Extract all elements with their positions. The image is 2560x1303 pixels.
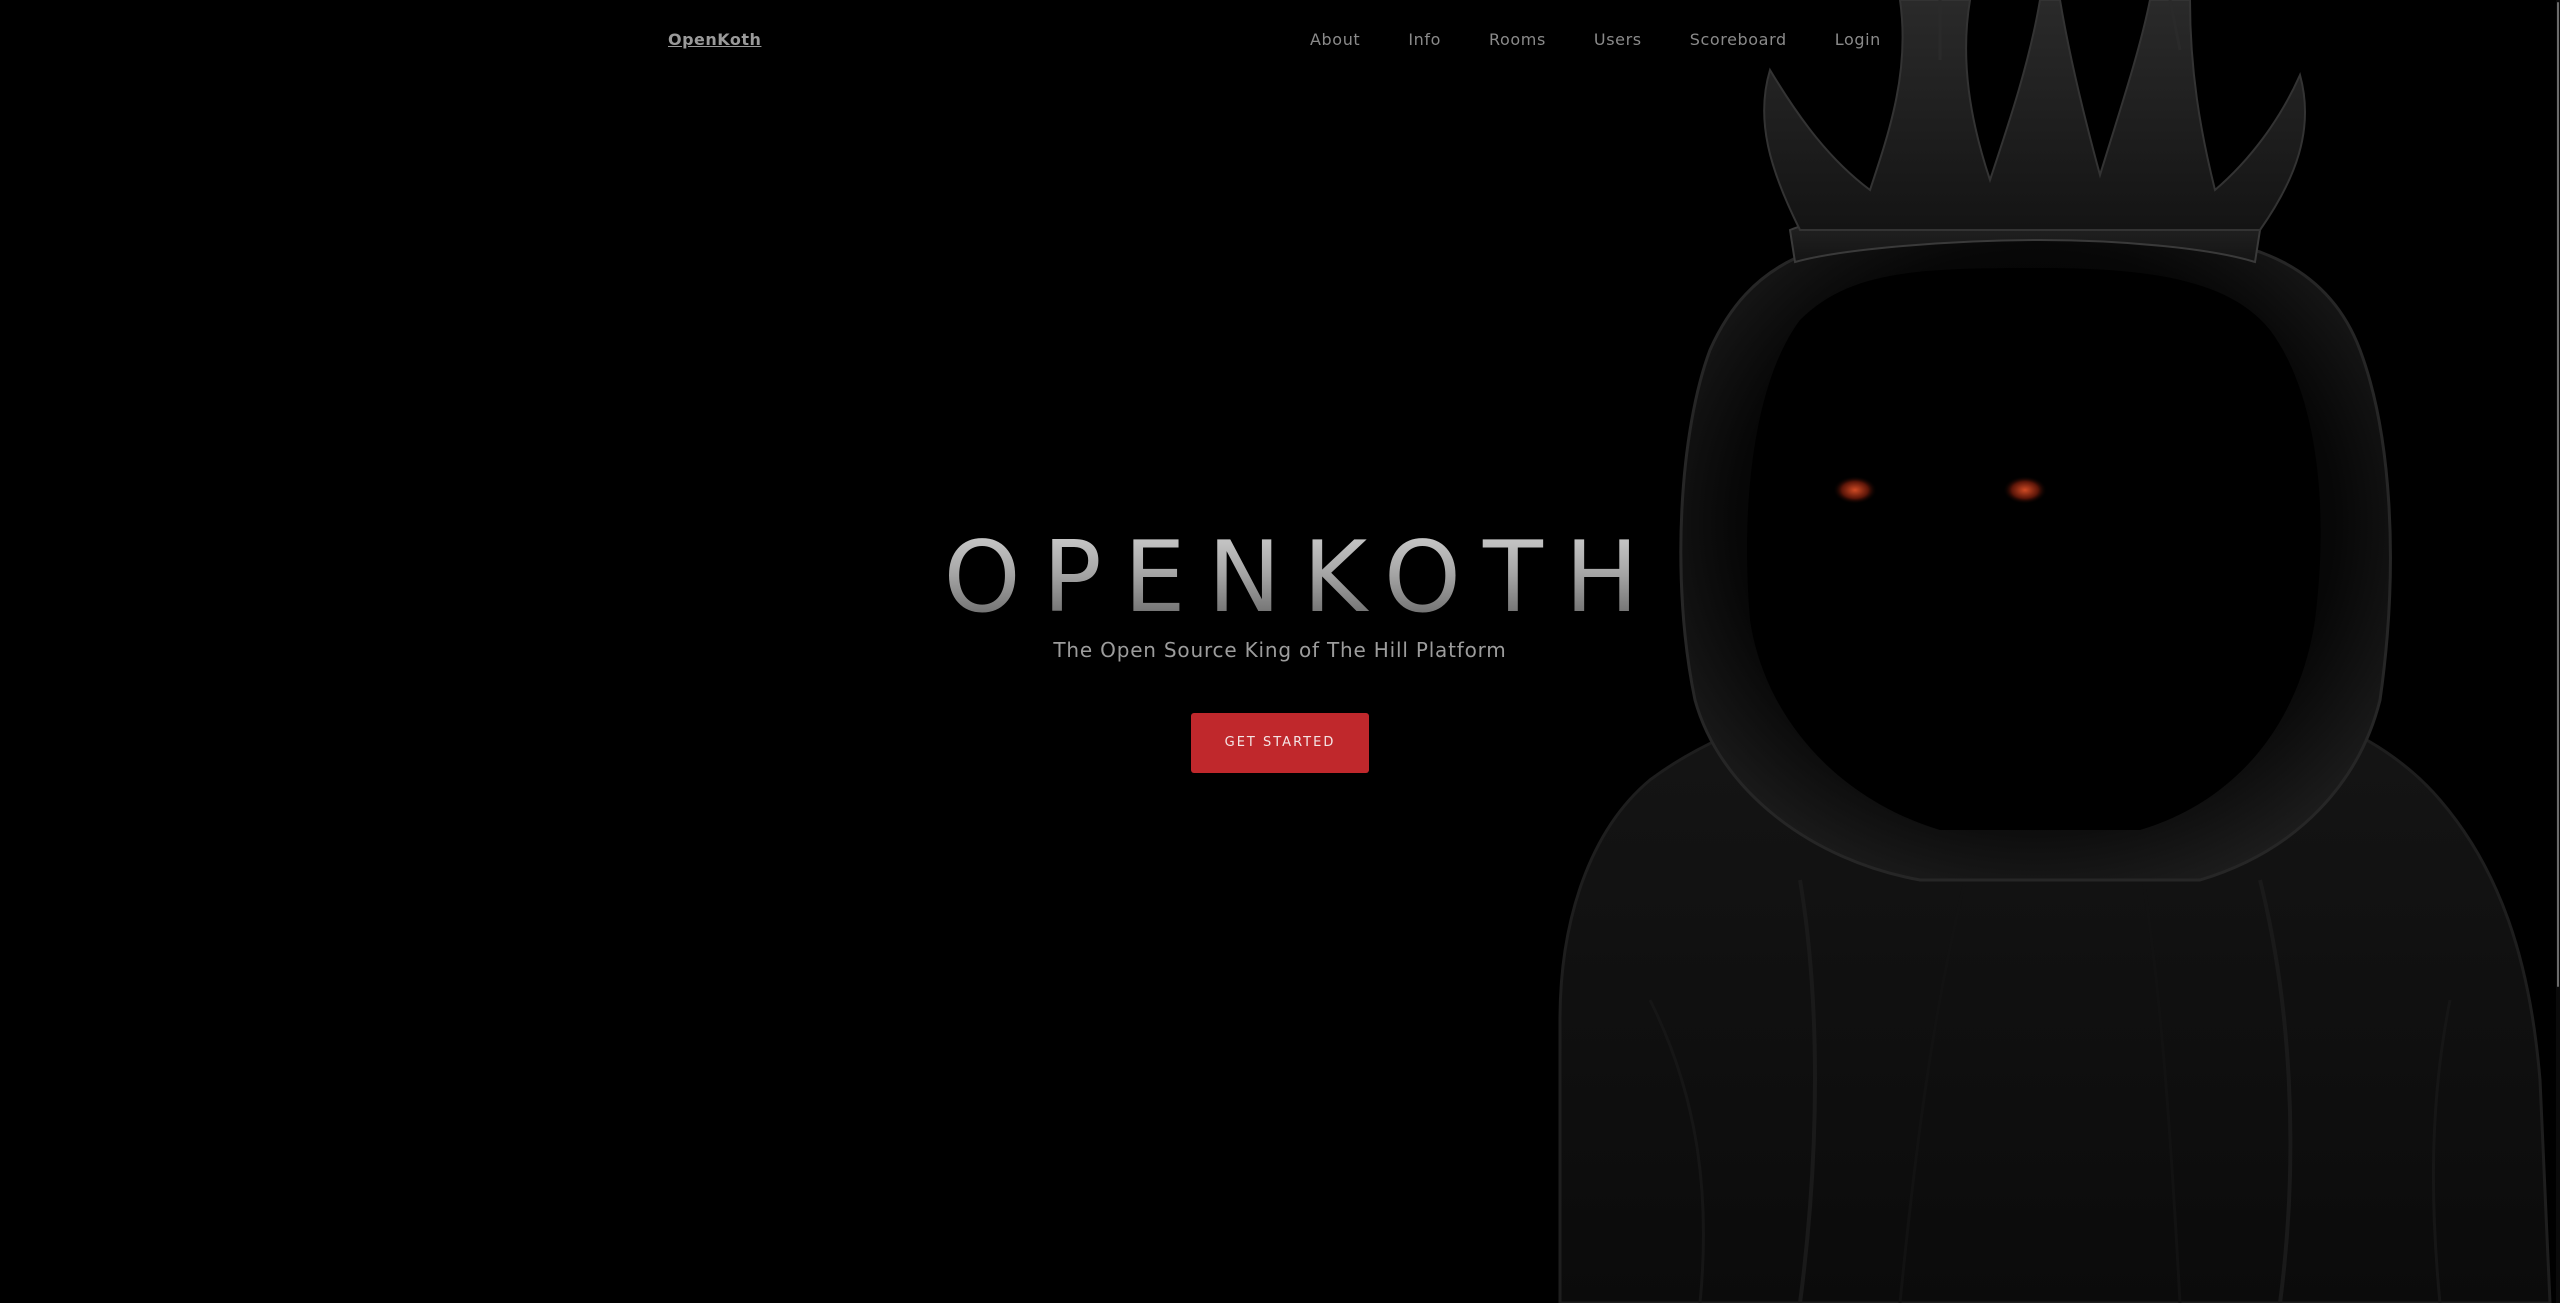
landing-page: OpenKoth About Info Rooms Users Scoreboa…: [0, 0, 2560, 1303]
nav-link-about[interactable]: About: [1310, 30, 1360, 49]
top-navbar: OpenKoth About Info Rooms Users Scoreboa…: [0, 0, 2560, 84]
brand-link[interactable]: OpenKoth: [668, 30, 761, 49]
nav-link-info[interactable]: Info: [1408, 30, 1441, 49]
nav-link-rooms[interactable]: Rooms: [1489, 30, 1546, 49]
get-started-button[interactable]: GET STARTED: [1191, 713, 1369, 773]
hero-subtitle: The Open Source King of The Hill Platfor…: [1053, 638, 1507, 662]
hero-title: OPENKOTH: [0, 520, 2560, 638]
nav-link-users[interactable]: Users: [1594, 30, 1642, 49]
nav-link-login[interactable]: Login: [1835, 30, 1881, 49]
nav-links: About Info Rooms Users Scoreboard Login: [1310, 30, 1881, 49]
scrollbar-thumb[interactable]: [2557, 2, 2559, 987]
nav-link-scoreboard[interactable]: Scoreboard: [1690, 30, 1787, 49]
page-scrollbar[interactable]: [2556, 0, 2560, 1303]
